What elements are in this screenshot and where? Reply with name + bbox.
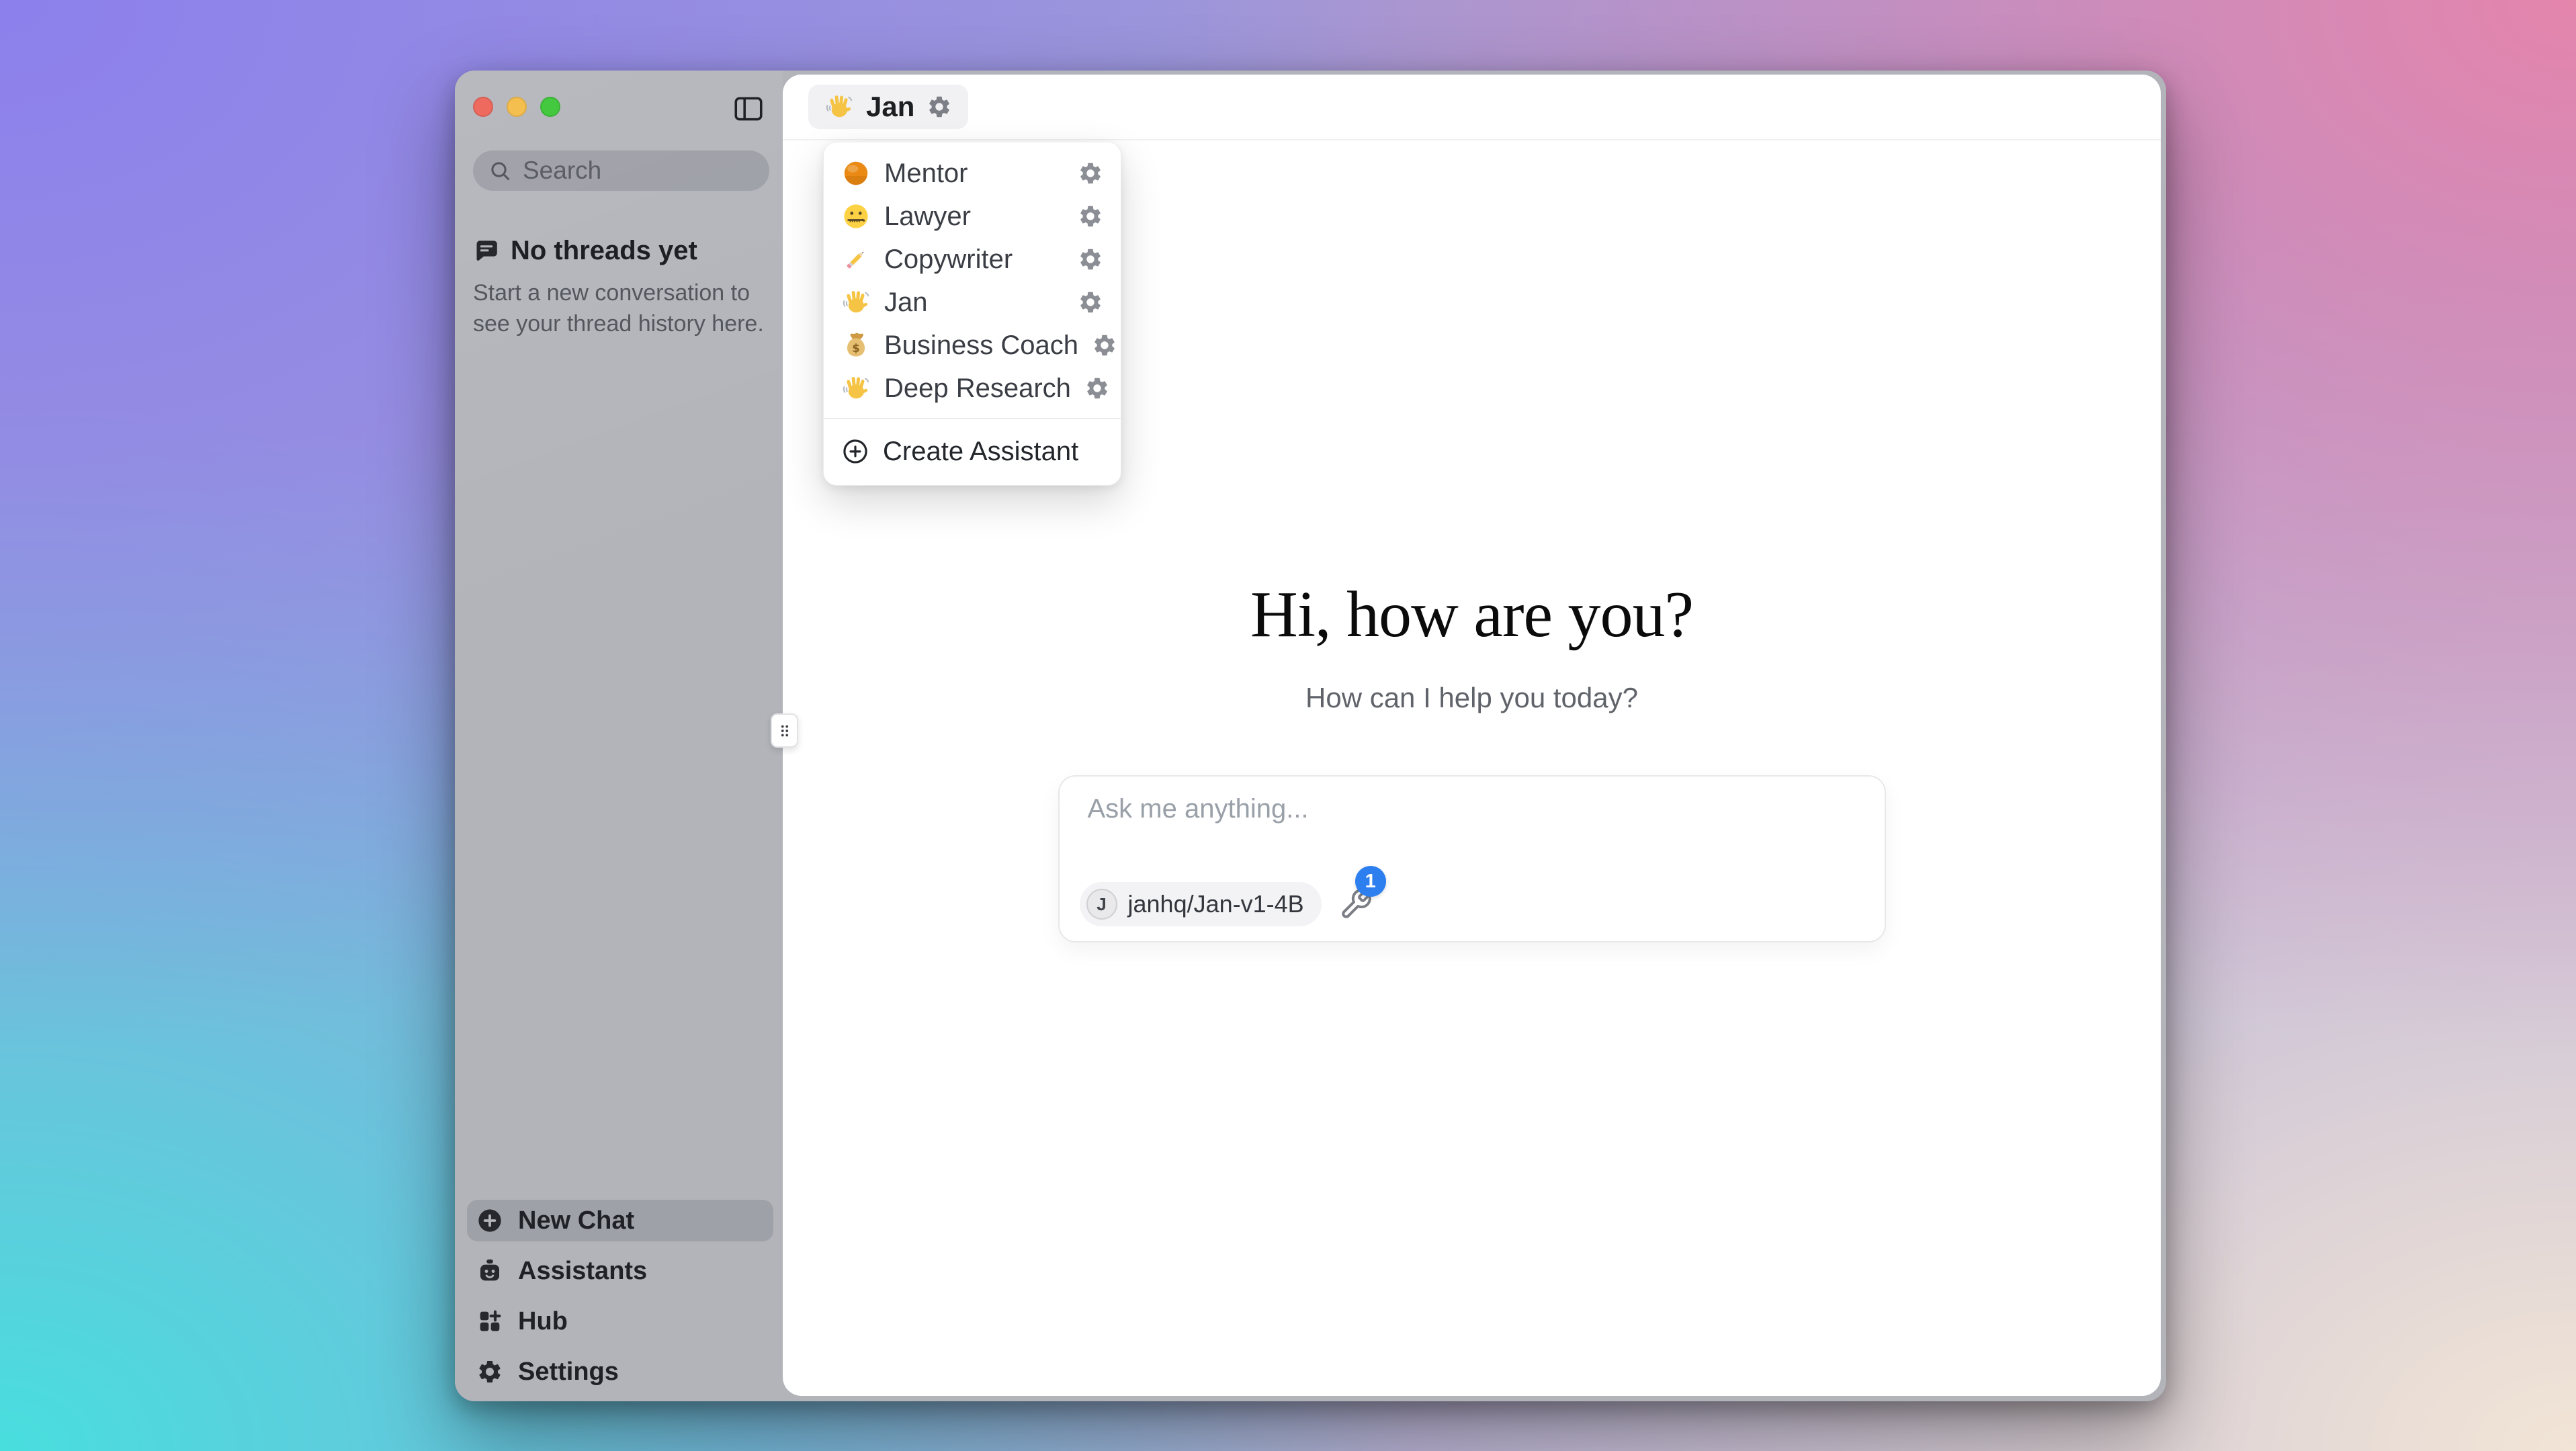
close-button[interactable] xyxy=(473,97,493,117)
bot-icon xyxy=(476,1258,503,1284)
composer-toolbar: J janhq/Jan-v1-4B 1 xyxy=(1080,882,1375,926)
assistant-pill-label: Jan xyxy=(866,91,914,123)
gear-icon[interactable] xyxy=(1078,161,1103,186)
assistant-name: Deep Research xyxy=(884,373,1071,404)
gear-icon[interactable] xyxy=(1084,376,1110,401)
empty-state: No threads yet Start a new conversation … xyxy=(473,236,765,340)
assistant-menu-item-deep-research[interactable]: Deep Research xyxy=(824,367,1121,410)
sidebar-item-settings[interactable]: Settings xyxy=(467,1351,773,1393)
pencil-emoji xyxy=(841,245,871,274)
search-box[interactable] xyxy=(473,150,769,191)
waving-hand-emoji xyxy=(841,288,871,317)
circle-plus-icon xyxy=(841,437,869,466)
assistant-name: Copywriter xyxy=(884,245,1013,275)
sidebar-resize-handle[interactable] xyxy=(771,713,798,748)
message-composer: J janhq/Jan-v1-4B 1 xyxy=(1058,775,1886,942)
sidebar-item-new-chat[interactable]: New Chat xyxy=(467,1200,773,1241)
greeting-heading: Hi, how are you? xyxy=(783,577,2161,652)
minimize-button[interactable] xyxy=(507,97,527,117)
sidebar: No threads yet Start a new conversation … xyxy=(455,71,783,1401)
model-selector-chip[interactable]: J janhq/Jan-v1-4B xyxy=(1080,882,1322,926)
sidebar-nav: New Chat Assistants Hub Settings xyxy=(467,1200,773,1393)
assistant-menu-item-business-coach[interactable]: $ Business Coach xyxy=(824,324,1121,367)
waving-hand-emoji xyxy=(824,92,854,122)
assistant-menu: Mentor Lawyer Copywriter Jan $ Business Coach… xyxy=(823,142,1121,486)
waving-hand-emoji xyxy=(841,373,871,403)
model-avatar: J xyxy=(1086,889,1117,920)
message-input[interactable] xyxy=(1086,793,1858,849)
assistant-menu-item-jan[interactable]: Jan xyxy=(824,281,1121,324)
zipper-mouth-face-emoji xyxy=(841,202,871,231)
welcome-section: Hi, how are you? How can I help you toda… xyxy=(783,577,2161,714)
sidebar-item-assistants[interactable]: Assistants xyxy=(467,1250,773,1292)
assistant-name: Lawyer xyxy=(884,202,971,232)
svg-text:$: $ xyxy=(852,342,859,355)
main-panel: Jan Mentor Lawyer Copywriter Jan $ Business C… xyxy=(783,75,2161,1396)
sidebar-toggle-icon[interactable] xyxy=(732,92,765,126)
circle-plus-icon xyxy=(476,1207,503,1234)
assistant-menu-item-lawyer[interactable]: Lawyer xyxy=(824,195,1121,238)
model-name: janhq/Jan-v1-4B xyxy=(1128,890,1304,918)
create-assistant-button[interactable]: Create Assistant xyxy=(824,427,1121,476)
assistant-menu-item-mentor[interactable]: Mentor xyxy=(824,152,1121,195)
sidebar-item-hub[interactable]: Hub xyxy=(467,1301,773,1342)
create-assistant-label: Create Assistant xyxy=(883,437,1078,467)
assistant-name: Business Coach xyxy=(884,331,1078,361)
greeting-subtitle: How can I help you today? xyxy=(783,682,2161,714)
empty-state-title: No threads yet xyxy=(511,236,697,266)
sidebar-item-label: New Chat xyxy=(518,1206,634,1235)
assistant-name: Jan xyxy=(884,288,928,318)
grip-dots-icon xyxy=(776,719,793,742)
tools-count-badge: 1 xyxy=(1355,866,1386,897)
app-window: No threads yet Start a new conversation … xyxy=(455,71,2166,1401)
assistant-selector-pill[interactable]: Jan xyxy=(808,85,968,129)
sidebar-item-label: Settings xyxy=(518,1358,619,1387)
zoom-button[interactable] xyxy=(540,97,560,117)
gear-icon[interactable] xyxy=(1078,204,1103,229)
sidebar-item-label: Assistants xyxy=(518,1257,647,1286)
assistant-name: Mentor xyxy=(884,159,968,189)
gear-icon[interactable] xyxy=(927,94,952,120)
blocks-icon xyxy=(476,1308,503,1335)
menu-separator xyxy=(824,418,1121,419)
desktop-background: No threads yet Start a new conversation … xyxy=(0,0,2576,1451)
sidebar-item-label: Hub xyxy=(518,1307,568,1336)
empty-state-description: Start a new conversation to see your thr… xyxy=(473,278,765,340)
search-icon xyxy=(488,159,512,183)
gear-filled-icon xyxy=(476,1358,503,1385)
gear-icon[interactable] xyxy=(1078,247,1103,272)
message-square-icon xyxy=(473,238,500,265)
tools-button[interactable]: 1 xyxy=(1339,886,1375,922)
title-bar: Jan xyxy=(783,75,2161,140)
orange-circle-emoji xyxy=(841,159,871,188)
gear-icon[interactable] xyxy=(1078,290,1103,315)
gear-icon[interactable] xyxy=(1092,333,1117,358)
money-bag-emoji: $ xyxy=(841,331,871,360)
assistant-menu-item-copywriter[interactable]: Copywriter xyxy=(824,238,1121,281)
window-controls xyxy=(473,97,560,117)
